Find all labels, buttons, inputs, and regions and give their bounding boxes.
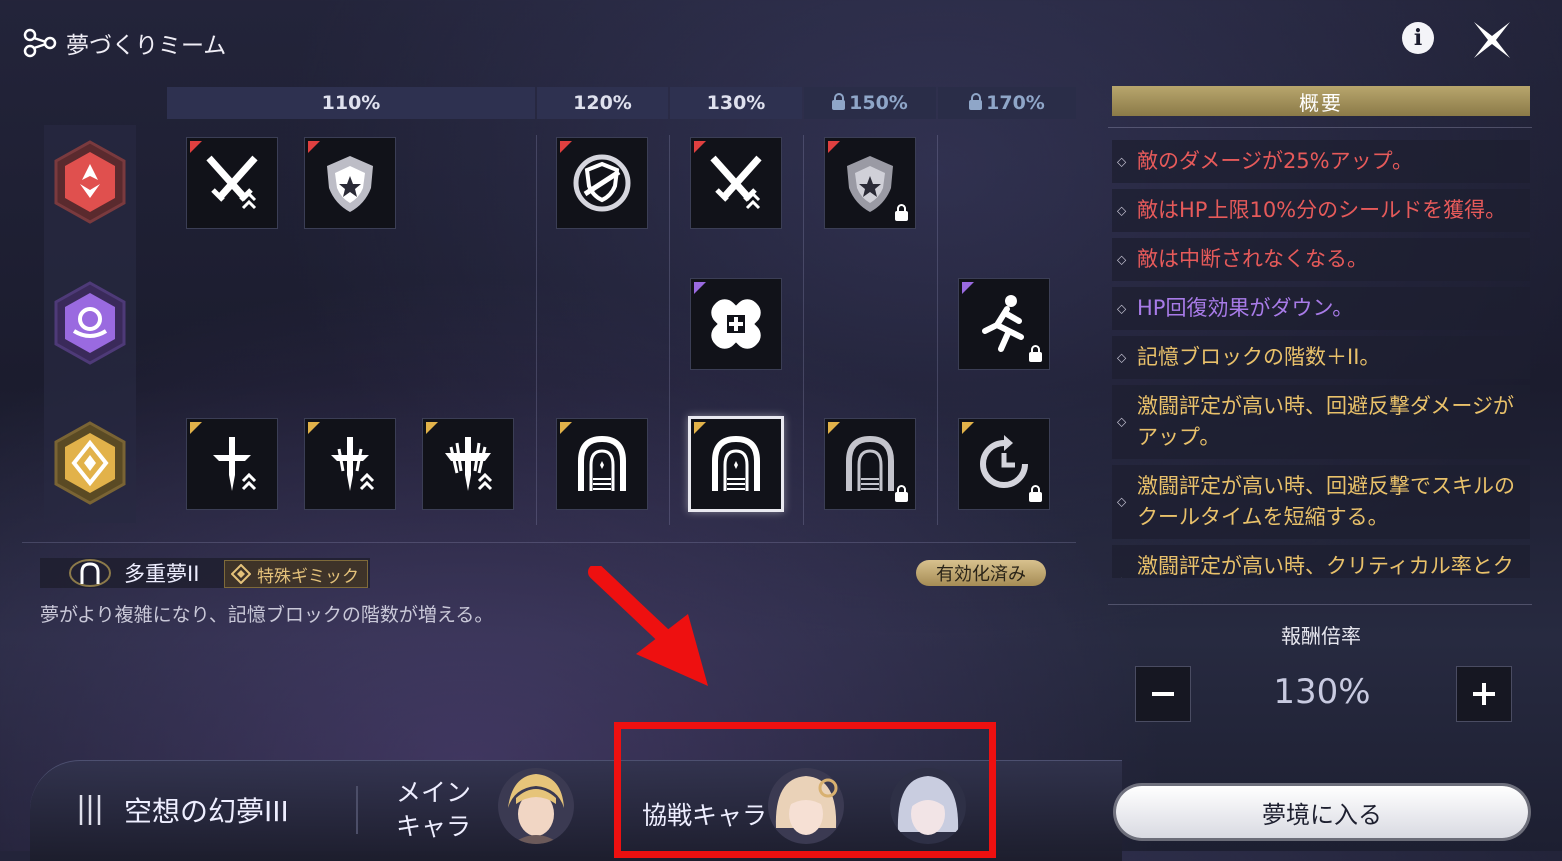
sword-up-icon <box>445 437 493 491</box>
summary-item: 敵のダメージが25%アップ。 <box>1112 140 1530 183</box>
summary-header: 概要 <box>1112 86 1530 116</box>
meme-tile-sword-up-1[interactable] <box>186 418 278 510</box>
running-figure-icon <box>982 295 1024 352</box>
lock-icon <box>832 93 846 110</box>
reward-label: 報酬倍率 <box>1281 624 1361 648</box>
arch-door-icon <box>712 435 760 491</box>
column-header-130: 130% <box>670 87 802 119</box>
shield-star-icon <box>847 156 893 212</box>
selected-meme-description: 夢がより複雑になり、記憶ブロックの階数が増える。 <box>40 604 494 626</box>
three-bars-icon <box>79 795 101 825</box>
summary-list[interactable]: 敵のダメージが25%アップ。 敵はHP上限10%分のシールドを獲得。 敵は中断さ… <box>1112 140 1530 578</box>
sword-up-icon <box>331 437 375 491</box>
status-badge: 有効化済み <box>916 560 1046 586</box>
meme-tile-shield[interactable] <box>304 137 396 229</box>
dream-stage-name: 空想の幻夢III <box>124 795 289 828</box>
panel-divider <box>1108 604 1532 605</box>
bandage-icon <box>711 299 761 349</box>
shield-star-icon <box>327 156 373 212</box>
meme-network-icon <box>23 28 57 58</box>
fury-category-icon <box>54 140 126 224</box>
lock-icon <box>1029 345 1042 362</box>
summary-item: 激闘評定が高い時、クリティカル率とクリティカルダメージがアップ。 <box>1112 545 1530 578</box>
meme-tile-sword-up-3[interactable] <box>422 418 514 510</box>
void-category-icon <box>54 281 126 365</box>
decrease-reward-button[interactable] <box>1135 666 1191 722</box>
grid-divider <box>22 542 1076 543</box>
reward-value: 130% <box>1273 672 1371 712</box>
meme-tile-run-locked[interactable] <box>958 278 1050 370</box>
summary-item: 記憶ブロックの階数＋II。 <box>1112 336 1530 379</box>
meme-tile-multi-dream-1[interactable] <box>556 418 648 510</box>
annotation-highlight-box <box>614 722 996 858</box>
annotation-arrow <box>588 566 708 686</box>
column-header-110: 110% <box>167 87 535 119</box>
meme-tile-cooldown-locked[interactable] <box>958 418 1050 510</box>
selected-meme-name: 多重夢II <box>124 562 200 586</box>
arch-door-icon <box>846 435 894 491</box>
summary-item: 激闘評定が高い時、回避反撃ダメージがアップ。 <box>1112 385 1530 459</box>
info-icon[interactable]: i <box>1402 22 1434 54</box>
column-divider <box>937 135 938 525</box>
close-icon[interactable] <box>1470 18 1514 62</box>
column-divider <box>803 135 804 525</box>
lock-icon <box>969 93 983 110</box>
main-character-avatar[interactable] <box>498 768 574 844</box>
arch-door-icon <box>69 559 111 587</box>
panel-divider <box>1108 127 1532 128</box>
bottom-divider <box>356 786 358 834</box>
column-header-150: 150% <box>804 87 936 119</box>
meme-tile-attack-up[interactable] <box>186 137 278 229</box>
column-divider <box>536 135 537 525</box>
dream-stage[interactable]: 空想の幻夢III <box>78 790 289 830</box>
crossed-swords-up-icon <box>710 155 762 210</box>
clock-refresh-icon <box>980 435 1028 488</box>
guard-shield-icon <box>573 154 631 212</box>
enter-dream-button[interactable]: 夢境に入る <box>1116 786 1528 838</box>
meme-tile-heal-down[interactable] <box>690 278 782 370</box>
minus-icon <box>1152 692 1174 696</box>
title-text: 夢づくりミーム <box>66 33 227 59</box>
meme-tile-multi-dream-2-selected[interactable] <box>688 416 784 512</box>
gimmick-badge: 特殊ギミック <box>224 560 368 588</box>
plus-icon <box>1473 683 1495 705</box>
arch-door-icon <box>578 435 626 491</box>
page-title: 夢づくりミーム <box>22 26 226 60</box>
column-divider <box>669 135 670 525</box>
lock-icon <box>895 485 908 502</box>
meme-tile-sword-up-2[interactable] <box>304 418 396 510</box>
meme-tile-attack-up-2[interactable] <box>690 137 782 229</box>
summary-item: 敵はHP上限10%分のシールドを獲得。 <box>1112 189 1530 232</box>
meme-tile-shield-locked[interactable] <box>824 137 916 229</box>
column-header-170: 170% <box>938 87 1076 119</box>
column-header-120: 120% <box>537 87 668 119</box>
summary-item: 敵は中断されなくなる。 <box>1112 238 1530 281</box>
gimmick-category-icon <box>54 421 126 505</box>
summary-item: HP回復効果がダウン。 <box>1112 287 1530 330</box>
gimmick-diamond-icon <box>231 564 251 584</box>
meme-tile-multi-dream-3-locked[interactable] <box>824 418 916 510</box>
main-character-label: メイン キャラ <box>396 778 472 841</box>
crossed-swords-up-icon <box>206 155 258 210</box>
sword-up-icon <box>213 437 257 491</box>
summary-item: 激闘評定が高い時、回避反撃でスキルのクールタイムを短縮する。 <box>1112 465 1530 539</box>
lock-icon <box>895 204 908 221</box>
increase-reward-button[interactable] <box>1456 666 1512 722</box>
meme-tile-uninterruptible[interactable] <box>556 137 648 229</box>
lock-icon <box>1029 485 1042 502</box>
